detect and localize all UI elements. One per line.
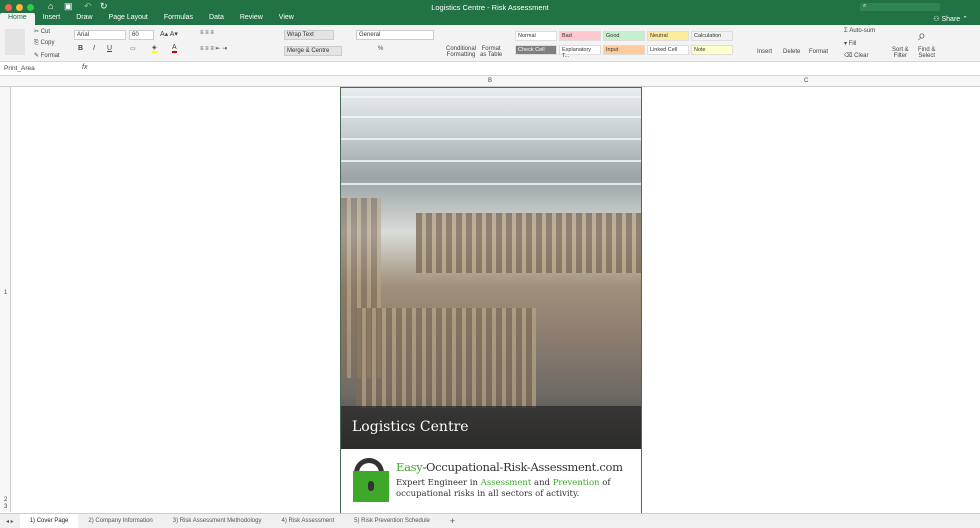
sheet-tab-cover-page[interactable]: 1) Cover Page: [19, 514, 79, 528]
bold-button[interactable]: B: [78, 45, 83, 52]
share-label: Share: [941, 16, 961, 23]
cut-label: Cut: [40, 29, 51, 35]
find-select-button[interactable]: Find & Select: [918, 47, 935, 59]
sheet-tab-company-information[interactable]: 2) Company Information: [78, 518, 162, 524]
font-size-select[interactable]: 60: [129, 30, 154, 40]
number-format-select[interactable]: General: [356, 30, 434, 40]
find-label-2: Select: [918, 53, 936, 59]
logo-block: Easy-Occupational-Risk-Assessment.com Ex…: [341, 449, 641, 513]
row-header-3[interactable]: 3: [4, 504, 7, 510]
formula-bar: Print_Area fx: [0, 62, 980, 76]
column-header-c[interactable]: C: [804, 78, 808, 84]
sort-label-2: Filter: [893, 53, 908, 59]
ribbon-tabs: Home Insert Draw Page Layout Formulas Da…: [0, 13, 302, 25]
fill-color-icon[interactable]: ◈: [152, 44, 157, 53]
cell-style-calculation[interactable]: Calculation: [691, 31, 733, 41]
sheet-tab-risk-assessment[interactable]: 4) Risk Assessment: [271, 518, 344, 524]
row-header-1[interactable]: 1: [4, 290, 7, 296]
tag-1: Expert Engineer in: [396, 478, 481, 488]
tab-home[interactable]: Home: [0, 13, 35, 25]
share-button[interactable]: ⚇ Share ⌃: [933, 15, 968, 23]
sheet-tab-risk-assessment-methodology[interactable]: 3) Risk Assessment Methodology: [163, 518, 272, 524]
site-easy: Easy: [396, 460, 423, 474]
row-headers: 1 2 3: [0, 87, 11, 512]
clear-button[interactable]: ⌫ Clear: [844, 52, 869, 59]
warehouse-photo: [341, 88, 641, 449]
search-icon: ⌕: [918, 27, 926, 43]
conditional-formatting-button[interactable]: Conditional Formatting: [446, 46, 476, 58]
formula-input[interactable]: [95, 63, 975, 74]
sheet-scroll-arrows[interactable]: ◂ ▸: [0, 518, 20, 525]
increase-font-icon[interactable]: A▴ A▾: [160, 30, 178, 38]
website-name: Easy-Occupational-Risk-Assessment.com: [396, 460, 623, 474]
sort-filter-button[interactable]: Sort & Filter: [892, 47, 909, 59]
format-painter-button[interactable]: ✎ Format: [34, 52, 60, 59]
autosum-label: Auto-sum: [849, 28, 876, 34]
autosum-button[interactable]: Σ Auto-sum: [844, 28, 875, 34]
insert-cells-button[interactable]: Insert: [757, 49, 772, 55]
copy-button[interactable]: ⎘ Copy: [34, 40, 54, 47]
tab-formulas[interactable]: Formulas: [156, 13, 201, 25]
format-cells-button[interactable]: Format: [809, 49, 828, 55]
name-box[interactable]: Print_Area: [4, 65, 35, 72]
cover-caption: Logistics Centre: [341, 406, 641, 449]
tagline: Expert Engineer in Assessment and Preven…: [396, 478, 636, 500]
wrap-text-button[interactable]: Wrap Text: [284, 30, 334, 40]
fx-icon[interactable]: fx: [82, 64, 87, 71]
column-headers: B C: [0, 76, 980, 87]
title-bar: ⌂ ▣ ↶ ↻ Logistics Centre - Risk Assessme…: [0, 0, 980, 25]
fat-label-2: as Table: [480, 52, 503, 58]
fill-label: Fill: [848, 41, 857, 47]
tag-prevention: Prevention: [552, 478, 600, 488]
cell-style-note[interactable]: Note: [691, 45, 733, 55]
cover-page-image: Logistics Centre Easy-Occupational-Risk-…: [340, 87, 642, 513]
align-left-icon[interactable]: ≡ ≡ ≡ ⇤ ⇥: [200, 45, 227, 52]
tag-and: and: [531, 478, 553, 488]
copy-label: Copy: [40, 40, 55, 46]
row-header-2[interactable]: 2: [4, 497, 7, 503]
search-input[interactable]: ⌕: [860, 3, 940, 11]
align-top-icon[interactable]: ≡ ≡ ≡: [200, 30, 214, 36]
fill-button[interactable]: ▾ Fill: [844, 40, 856, 47]
tab-draw[interactable]: Draw: [68, 13, 100, 25]
tab-view[interactable]: View: [271, 13, 302, 25]
cell-style-input[interactable]: Input: [603, 45, 645, 55]
sheet-tabs-bar: ◂ ▸ 1) Cover Page 2) Company Information…: [0, 513, 980, 528]
format-as-table-button[interactable]: Format as Table: [480, 46, 502, 58]
site-rest: -Occupational-Risk-Assessment.com: [422, 460, 623, 474]
delete-cells-button[interactable]: Delete: [783, 49, 800, 55]
add-sheet-button[interactable]: +: [440, 516, 465, 526]
format-painter-label: Format: [40, 53, 60, 59]
cond-label-2: Formatting: [446, 52, 476, 58]
padlock-body: [353, 471, 389, 502]
cell-style-normal[interactable]: Normal: [515, 31, 557, 41]
cut-button[interactable]: ✂ Cut: [34, 28, 50, 35]
cell-style-explanatory-t-[interactable]: Explanatory T...: [559, 45, 601, 59]
tab-data[interactable]: Data: [201, 13, 232, 25]
merge-centre-button[interactable]: Merge & Centre: [284, 46, 342, 56]
column-header-b[interactable]: B: [488, 78, 492, 84]
tag-assessment: Assessment: [480, 478, 532, 488]
italic-button[interactable]: I: [93, 45, 95, 52]
cell-style-good[interactable]: Good: [603, 31, 645, 41]
tab-page-layout[interactable]: Page Layout: [101, 13, 156, 25]
borders-icon[interactable]: ▭: [130, 45, 136, 52]
percent-button[interactable]: %: [378, 46, 383, 52]
tab-review[interactable]: Review: [232, 13, 271, 25]
clear-label: Clear: [854, 53, 869, 59]
sheet-tab-risk-prevention-schedule[interactable]: 5) Risk Prevention Schedule: [344, 518, 440, 524]
paste-button[interactable]: [5, 29, 25, 55]
cell-style-linked-cell[interactable]: Linked Cell: [647, 45, 689, 55]
cell-style-bad[interactable]: Bad: [559, 31, 601, 41]
ribbon: ✂ Cut ⎘ Copy ✎ Format Arial 60 A▴ A▾ B I…: [0, 25, 980, 62]
window-title: Logistics Centre - Risk Assessment: [431, 3, 549, 12]
underline-button[interactable]: U: [107, 45, 112, 52]
font-color-icon[interactable]: A: [172, 44, 177, 53]
font-select[interactable]: Arial: [74, 30, 126, 40]
cell-style-check-cell[interactable]: Check Cell: [515, 45, 557, 55]
tab-insert[interactable]: Insert: [35, 13, 69, 25]
cell-style-neutral[interactable]: Neutral: [647, 31, 689, 41]
